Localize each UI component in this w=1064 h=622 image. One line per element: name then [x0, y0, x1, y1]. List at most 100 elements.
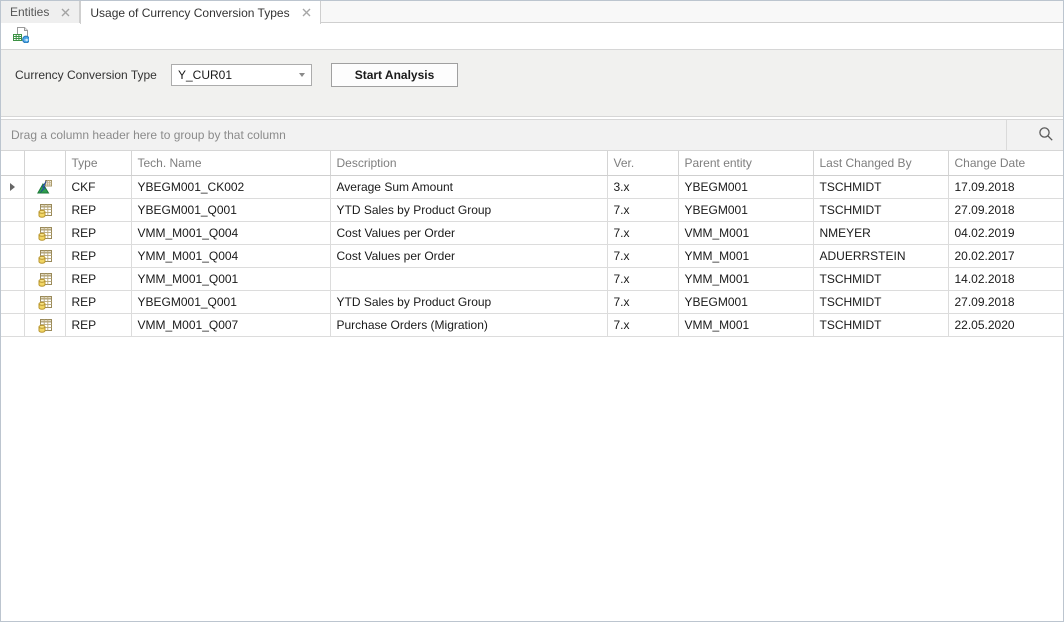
- cell-change-date[interactable]: 27.09.2018: [948, 290, 1063, 313]
- cell-description[interactable]: Average Sum Amount: [330, 175, 607, 198]
- close-icon[interactable]: [61, 8, 70, 17]
- cell-tech-name[interactable]: YMM_M001_Q001: [131, 267, 330, 290]
- cell-type[interactable]: REP: [65, 244, 131, 267]
- cell-type[interactable]: CKF: [65, 175, 131, 198]
- row-indicator-cell: [1, 244, 24, 267]
- column-header-description[interactable]: Description: [330, 151, 607, 175]
- cell-parent-entity[interactable]: VMM_M001: [678, 221, 813, 244]
- search-icon: [1038, 126, 1054, 145]
- start-analysis-button[interactable]: Start Analysis: [331, 63, 458, 87]
- table-row[interactable]: CKF YBEGM001_CK002 Average Sum Amount 3.…: [1, 175, 1063, 198]
- table-row[interactable]: REP VMM_M001_Q004 Cost Values per Order …: [1, 221, 1063, 244]
- cell-type[interactable]: REP: [65, 198, 131, 221]
- cell-change-date[interactable]: 04.02.2019: [948, 221, 1063, 244]
- cell-last-changed-by[interactable]: NMEYER: [813, 221, 948, 244]
- cell-tech-name[interactable]: YBEGM001_Q001: [131, 290, 330, 313]
- chevron-down-icon[interactable]: [293, 65, 311, 85]
- cell-ver[interactable]: 7.x: [607, 198, 678, 221]
- row-type-icon-cell: [24, 313, 65, 336]
- report-icon: [37, 294, 53, 308]
- cell-description[interactable]: Cost Values per Order: [330, 244, 607, 267]
- cell-ver[interactable]: 3.x: [607, 175, 678, 198]
- group-by-panel[interactable]: Drag a column header here to group by th…: [1, 119, 1063, 151]
- table-row[interactable]: REP VMM_M001_Q007 Purchase Orders (Migra…: [1, 313, 1063, 336]
- cell-parent-entity[interactable]: YMM_M001: [678, 244, 813, 267]
- cell-last-changed-by[interactable]: TSCHMIDT: [813, 313, 948, 336]
- app-window: { "tab_bar": { "tabs": [ { "label": "Ent…: [0, 0, 1064, 622]
- table-row[interactable]: REP YBEGM001_Q001 YTD Sales by Product G…: [1, 198, 1063, 221]
- row-type-icon-cell: [24, 244, 65, 267]
- cell-parent-entity[interactable]: VMM_M001: [678, 313, 813, 336]
- cell-description[interactable]: YTD Sales by Product Group: [330, 198, 607, 221]
- row-indicator-cell: [1, 198, 24, 221]
- tab-label: Usage of Currency Conversion Types: [90, 6, 289, 20]
- report-icon: [37, 225, 53, 239]
- cell-last-changed-by[interactable]: ADUERRSTEIN: [813, 244, 948, 267]
- tab-usage-of-currency-conversion-types[interactable]: Usage of Currency Conversion Types: [80, 1, 320, 24]
- cell-change-date[interactable]: 22.05.2020: [948, 313, 1063, 336]
- cell-type[interactable]: REP: [65, 267, 131, 290]
- cell-ver[interactable]: 7.x: [607, 313, 678, 336]
- cell-ver[interactable]: 7.x: [607, 267, 678, 290]
- cell-change-date[interactable]: 20.02.2017: [948, 244, 1063, 267]
- export-to-excel-icon: [12, 26, 29, 46]
- cell-parent-entity[interactable]: YMM_M001: [678, 267, 813, 290]
- usage-results-grid: Type Tech. Name Description Ver. Parent …: [1, 151, 1063, 337]
- cell-ver[interactable]: 7.x: [607, 221, 678, 244]
- table-row[interactable]: REP YBEGM001_Q001 YTD Sales by Product G…: [1, 290, 1063, 313]
- cell-tech-name[interactable]: VMM_M001_Q004: [131, 221, 330, 244]
- cell-parent-entity[interactable]: YBEGM001: [678, 198, 813, 221]
- tab-entities[interactable]: Entities: [1, 1, 80, 23]
- cell-type[interactable]: REP: [65, 290, 131, 313]
- column-header-tech-name[interactable]: Tech. Name: [131, 151, 330, 175]
- row-indicator-header: [1, 151, 24, 175]
- cell-tech-name[interactable]: YBEGM001_Q001: [131, 198, 330, 221]
- cell-last-changed-by[interactable]: TSCHMIDT: [813, 290, 948, 313]
- calculated-key-figure-icon: [37, 179, 53, 193]
- row-type-icon-cell: [24, 267, 65, 290]
- currency-conversion-type-combobox[interactable]: Y_CUR01: [171, 64, 312, 86]
- cell-tech-name[interactable]: YMM_M001_Q004: [131, 244, 330, 267]
- cell-tech-name[interactable]: YBEGM001_CK002: [131, 175, 330, 198]
- toolbar: [1, 23, 1063, 49]
- export-to-excel-button[interactable]: [8, 25, 32, 47]
- report-icon: [37, 248, 53, 262]
- cell-ver[interactable]: 7.x: [607, 290, 678, 313]
- cell-type[interactable]: REP: [65, 313, 131, 336]
- table-row[interactable]: REP YMM_M001_Q001 7.x YMM_M001 TSCHMIDT …: [1, 267, 1063, 290]
- cell-description[interactable]: Purchase Orders (Migration): [330, 313, 607, 336]
- cell-last-changed-by[interactable]: TSCHMIDT: [813, 175, 948, 198]
- column-header-last-changed-by[interactable]: Last Changed By: [813, 151, 948, 175]
- column-header-parent-entity[interactable]: Parent entity: [678, 151, 813, 175]
- table-row[interactable]: REP YMM_M001_Q004 Cost Values per Order …: [1, 244, 1063, 267]
- row-type-icon-cell: [24, 221, 65, 244]
- cell-last-changed-by[interactable]: TSCHMIDT: [813, 267, 948, 290]
- row-type-icon-cell: [24, 290, 65, 313]
- document-tab-bar: Entities Usage of Currency Conversion Ty…: [1, 1, 1063, 23]
- column-header-ver[interactable]: Ver.: [607, 151, 678, 175]
- close-icon[interactable]: [302, 8, 311, 17]
- column-header-type[interactable]: Type: [65, 151, 131, 175]
- row-indicator-cell: [1, 175, 24, 198]
- tab-label: Entities: [10, 5, 49, 19]
- report-icon: [37, 271, 53, 285]
- row-indicator-cell: [1, 313, 24, 336]
- column-header-change-date[interactable]: Change Date: [948, 151, 1063, 175]
- cell-ver[interactable]: 7.x: [607, 244, 678, 267]
- cell-change-date[interactable]: 14.02.2018: [948, 267, 1063, 290]
- cell-last-changed-by[interactable]: TSCHMIDT: [813, 198, 948, 221]
- cell-type[interactable]: REP: [65, 221, 131, 244]
- cell-description[interactable]: YTD Sales by Product Group: [330, 290, 607, 313]
- search-button[interactable]: [1037, 126, 1055, 144]
- row-type-icon-cell: [24, 198, 65, 221]
- cell-parent-entity[interactable]: YBEGM001: [678, 175, 813, 198]
- cell-change-date[interactable]: 27.09.2018: [948, 198, 1063, 221]
- icon-column-header: [24, 151, 65, 175]
- row-indicator-cell: [1, 290, 24, 313]
- cell-tech-name[interactable]: VMM_M001_Q007: [131, 313, 330, 336]
- cell-parent-entity[interactable]: YBEGM001: [678, 290, 813, 313]
- search-divider: [1006, 120, 1007, 150]
- cell-description[interactable]: Cost Values per Order: [330, 221, 607, 244]
- cell-change-date[interactable]: 17.09.2018: [948, 175, 1063, 198]
- cell-description[interactable]: [330, 267, 607, 290]
